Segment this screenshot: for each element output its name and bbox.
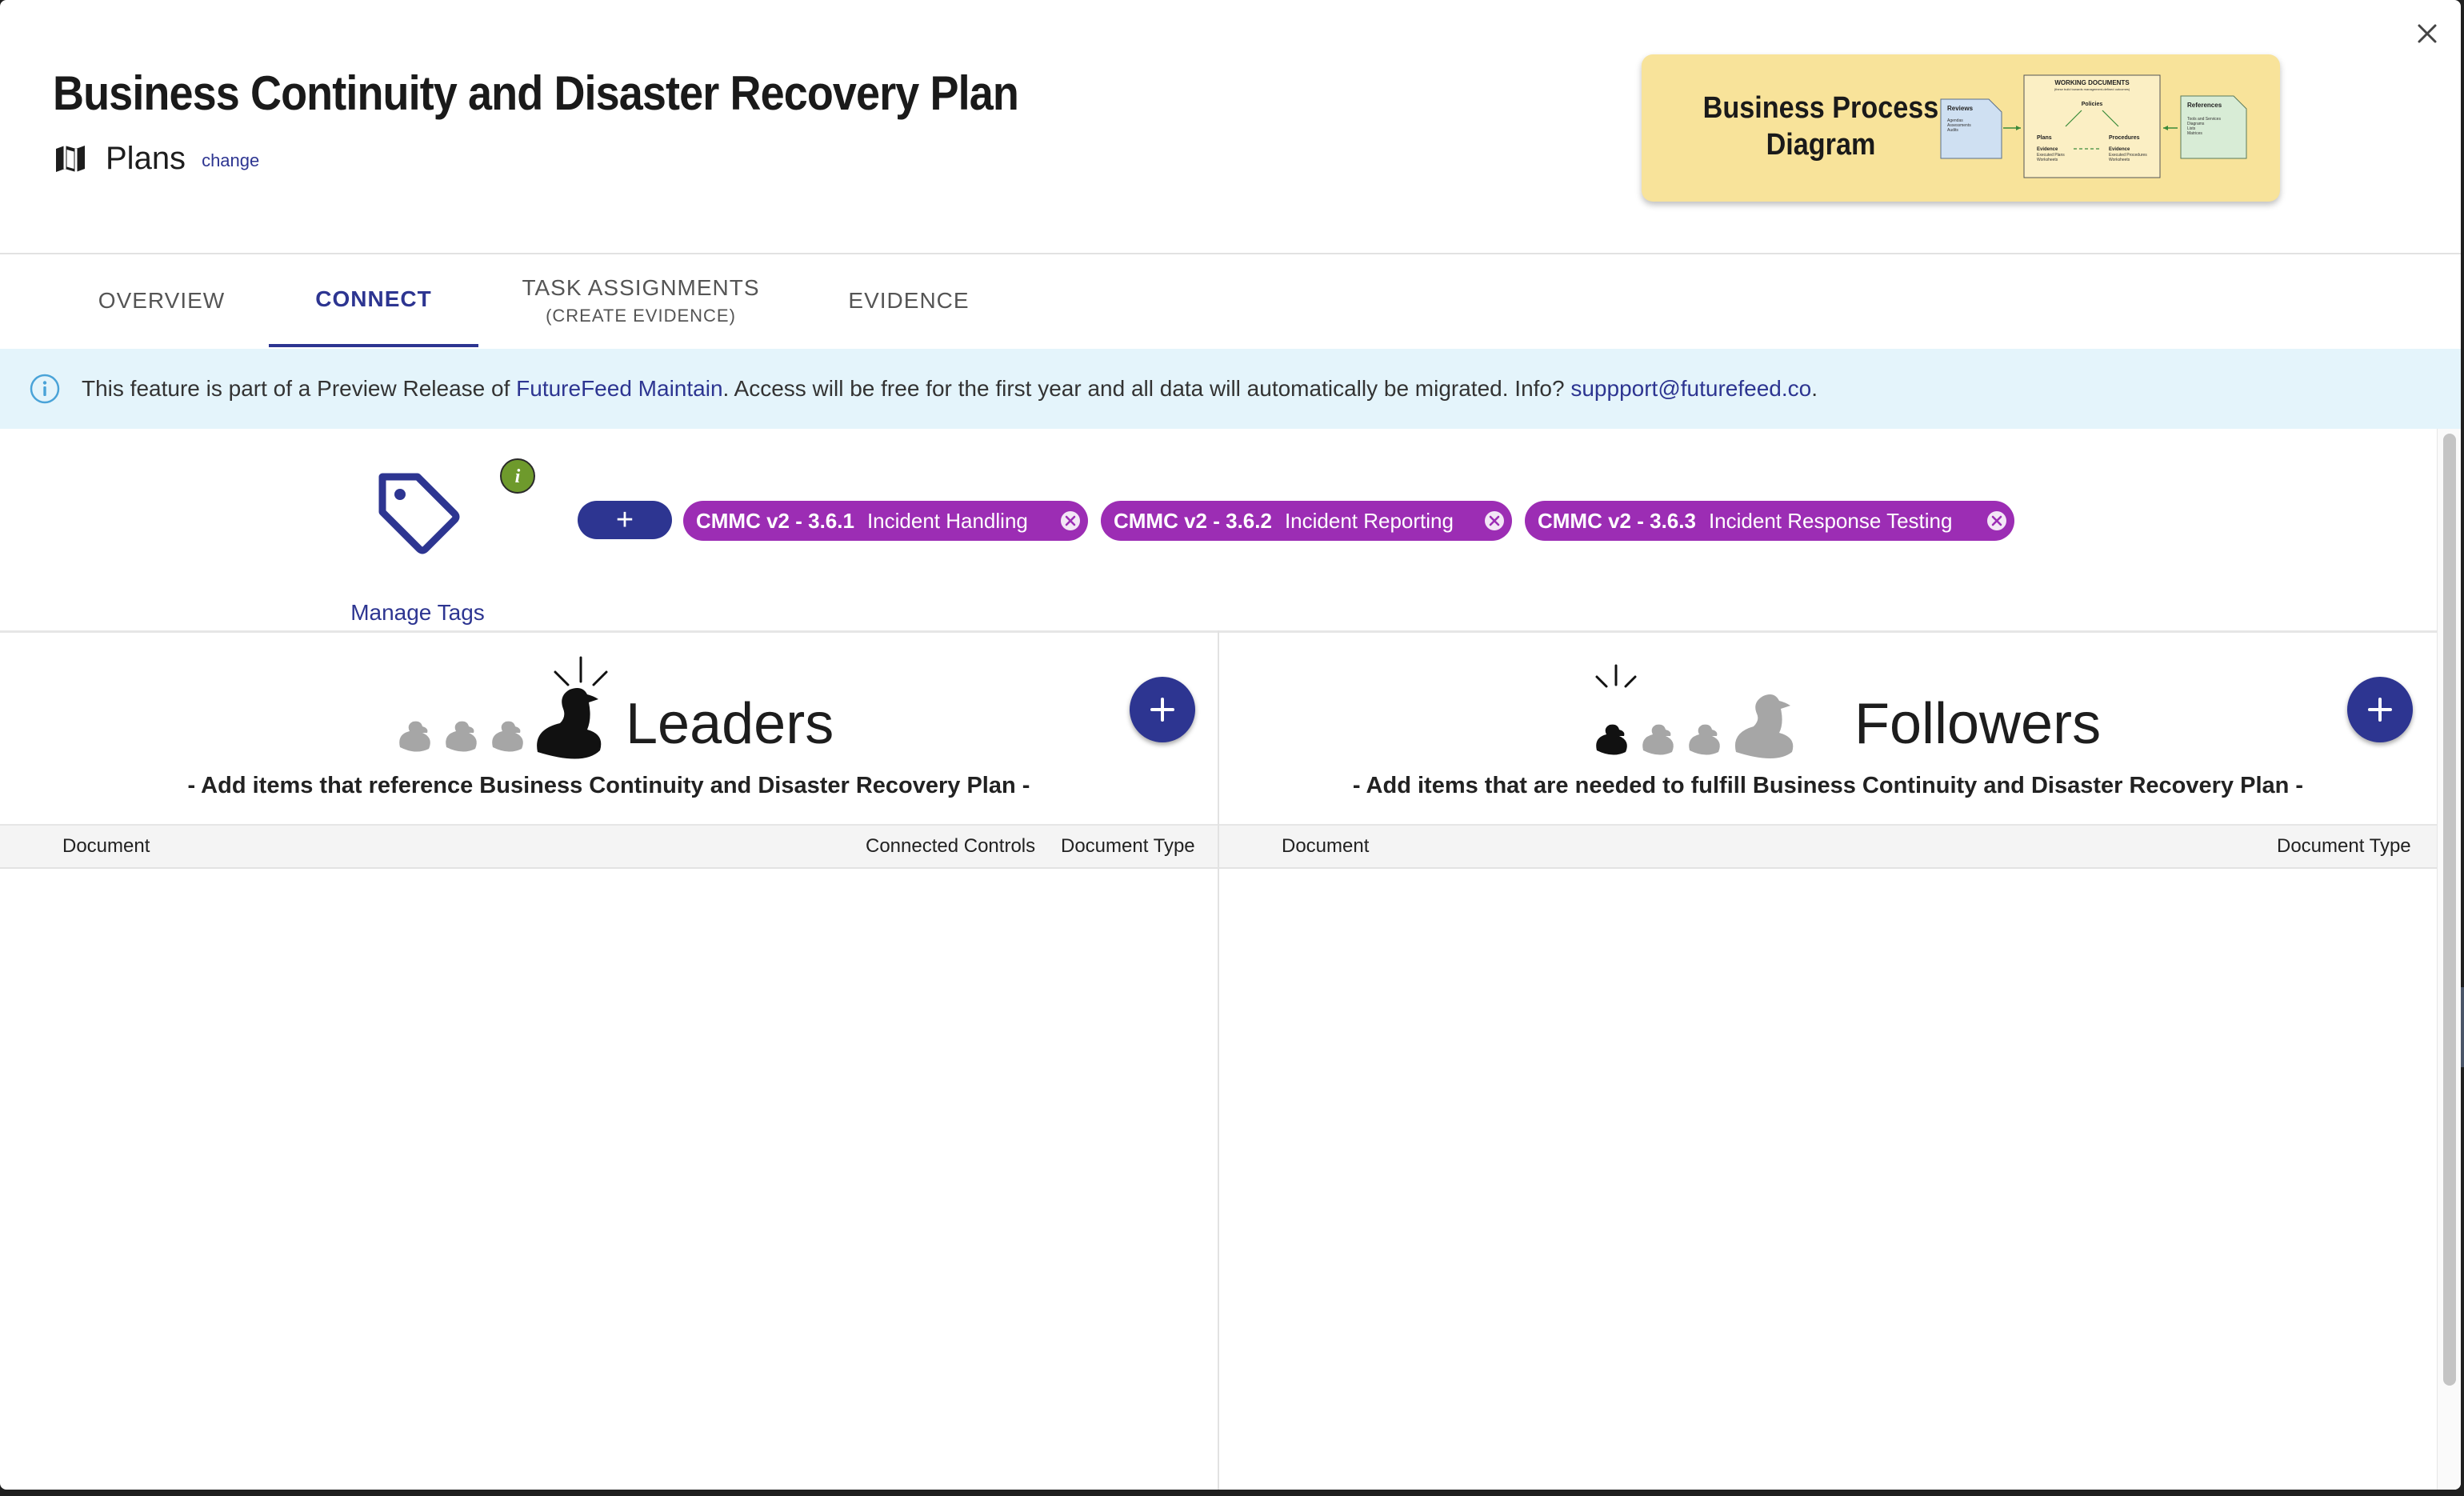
svg-text:Worksheets: Worksheets [2037,158,2058,162]
tab-label: TASK ASSIGNMENTS [522,275,760,300]
followers-subtitle: - Add items that are needed to fulfill B… [1352,773,2304,798]
category-label: Plans [106,140,186,176]
modal-header: Business Continuity and Disaster Recover… [0,0,2461,254]
tab-task-assignments[interactable]: TASK ASSIGNMENTS (CREATE EVIDENCE) [507,254,774,347]
column-document-type[interactable]: Document Type [2277,835,2411,858]
add-follower-button[interactable] [2347,677,2413,742]
tag-chip: CMMC v2 - 3.6.1 Incident Handling [683,501,1088,541]
diagram-card-label: Business Process Diagram [1702,91,1939,162]
close-button[interactable] [2411,18,2443,50]
svg-text:Plans: Plans [2037,135,2052,141]
svg-text:Matrices: Matrices [2187,131,2202,136]
support-email-link[interactable]: suppport@futurefeed.co [1570,376,1811,401]
banner-text: This feature is part of a Preview Releas… [82,376,1818,401]
product-link[interactable]: FutureFeed Maintain [516,376,722,401]
tag-name: Incident Reporting [1284,508,1454,533]
column-document[interactable]: Document [1282,835,1369,858]
tab-connect[interactable]: CONNECT [269,254,478,347]
plus-icon [1150,698,1174,722]
svg-text:Policies: Policies [2082,102,2103,107]
followers-panel: Followers - Add items that are needed to… [1219,630,2437,1490]
tab-label: CONNECT [315,286,432,311]
preview-info-banner: This feature is part of a Preview Releas… [0,349,2461,429]
tag-code: CMMC v2 - 3.6.2 [1114,508,1272,533]
leaders-subtitle: - Add items that reference Business Cont… [187,773,1030,798]
leaders-table-header: Document Connected Controls Document Typ… [0,824,1218,869]
scrollbar-thumb[interactable] [2443,434,2456,1386]
tab-sublabel: (CREATE EVIDENCE) [546,306,736,326]
column-connected-controls[interactable]: Connected Controls [866,835,1035,858]
followers-ducks-icon [1595,664,1794,758]
business-process-diagram-card[interactable]: Business Process Diagram Reviews Agendas… [1642,54,2280,202]
manage-tags-button[interactable]: Manage Tags [344,469,491,625]
leaders-panel: Leaders - Add items that reference Busin… [0,630,1219,1490]
followers-table-header: Document Document Type [1219,824,2437,869]
followers-title: Followers [1854,692,2102,756]
tab-label: EVIDENCE [848,288,970,313]
process-diagram-thumbnail: Reviews Agendas Assessments Audits WORKI… [1940,74,2247,178]
column-document-type[interactable]: Document Type [1061,835,1195,858]
tags-section: Manage Tags i + CMMC v2 - 3.6.1 Incident… [0,429,2437,633]
svg-text:Audits: Audits [1947,128,1958,133]
tag-chip: CMMC v2 - 3.6.3 Incident Response Testin… [1525,501,2014,541]
vertical-scrollbar[interactable] [2437,429,2461,1490]
svg-text:(these build towards managemen: (these build towards management-defined … [2054,87,2130,91]
svg-text:Evidence: Evidence [2109,147,2130,152]
svg-text:Worksheets: Worksheets [2109,158,2130,162]
svg-text:Evidence: Evidence [2037,147,2058,152]
modal-dialog: Business Continuity and Disaster Recover… [0,0,2461,1490]
tab-bar: OVERVIEW CONNECT TASK ASSIGNMENTS (CREAT… [0,254,2461,349]
tag-chip: CMMC v2 - 3.6.2 Incident Reporting [1101,501,1512,541]
svg-text:i: i [515,466,521,487]
diagram-working-docs-label: WORKING DOCUMENTS [2054,79,2130,86]
tag-info-icon[interactable]: i [499,458,536,494]
diagram-reviews-label: Reviews [1947,105,1974,112]
map-icon [54,142,86,174]
tab-label: OVERVIEW [98,288,226,313]
manage-tags-label: Manage Tags [350,600,485,625]
add-tag-button[interactable]: + [578,501,672,539]
leaders-ducks-icon [399,656,608,759]
background-window-edge [2461,987,2464,1067]
diagram-references-label: References [2187,102,2222,109]
add-leader-button[interactable] [1130,677,1195,742]
remove-tag-icon[interactable] [1483,510,1506,532]
tag-code: CMMC v2 - 3.6.3 [1538,508,1696,533]
svg-text:Procedures: Procedures [2109,135,2140,141]
column-document[interactable]: Document [62,835,150,858]
tab-overview[interactable]: OVERVIEW [83,254,240,347]
info-icon [30,374,60,404]
tag-name: Incident Response Testing [1708,508,1953,533]
remove-tag-icon[interactable] [1986,510,2008,532]
tag-code: CMMC v2 - 3.6.1 [696,508,854,533]
tag-name: Incident Handling [866,508,1028,533]
close-icon [2418,24,2437,43]
page-title: Business Continuity and Disaster Recover… [53,66,1019,120]
plus-icon [2368,698,2392,722]
tab-evidence[interactable]: EVIDENCE [834,254,984,347]
remove-tag-icon[interactable] [1059,510,1082,532]
leaders-title: Leaders [626,692,834,756]
tag-icon [378,473,460,554]
category-row: Plans change [54,138,259,179]
change-category-link[interactable]: change [202,150,259,171]
